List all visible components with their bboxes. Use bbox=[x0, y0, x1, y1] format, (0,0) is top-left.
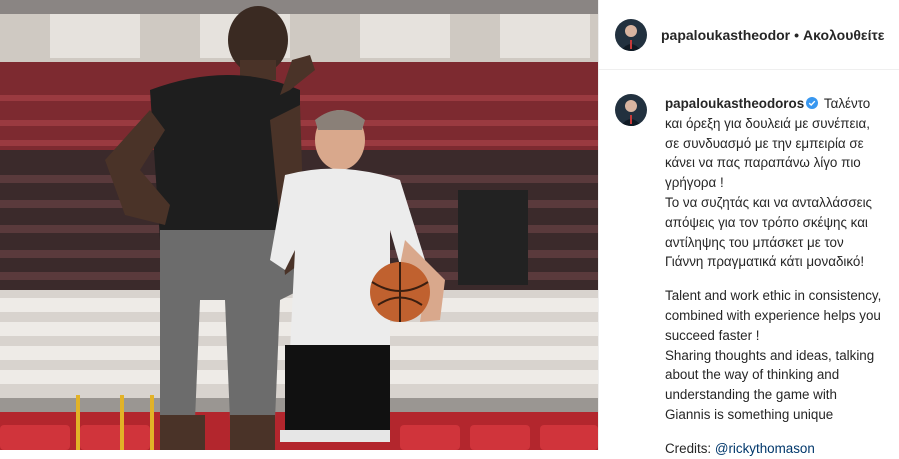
caption-english-text: Talent and work ethic in consistency, co… bbox=[665, 288, 882, 422]
credits-line: Credits: @rickythomason bbox=[665, 439, 883, 459]
following-button[interactable]: Ακολουθείτε bbox=[803, 27, 884, 43]
avatar[interactable] bbox=[615, 18, 647, 51]
credits-mention-link[interactable]: @rickythomason bbox=[715, 441, 815, 456]
caption-comment: papaloukastheodoros Ταλέντο και όρεξη γι… bbox=[599, 70, 899, 459]
instagram-post: papaloukastheodor • Ακολουθείτε papalouk… bbox=[0, 0, 899, 456]
caption-text: papaloukastheodoros Ταλέντο και όρεξη γι… bbox=[665, 94, 883, 459]
avatar[interactable] bbox=[615, 94, 647, 126]
post-sidebar: papaloukastheodor • Ακολουθείτε papalouk… bbox=[598, 0, 899, 456]
basketball-court-photo bbox=[0, 0, 598, 450]
credits-label: Credits: bbox=[665, 440, 712, 456]
verified-icon bbox=[806, 95, 819, 109]
separator-dot: • bbox=[794, 26, 800, 43]
header-username[interactable]: papaloukastheodor bbox=[661, 27, 790, 43]
caption-username[interactable]: papaloukastheodoros bbox=[665, 96, 804, 111]
post-header: papaloukastheodor • Ακολουθείτε bbox=[599, 0, 899, 70]
post-photo[interactable] bbox=[0, 0, 598, 450]
caption-greek-text: Ταλέντο και όρεξη για δουλειά με συνέπει… bbox=[665, 96, 873, 270]
